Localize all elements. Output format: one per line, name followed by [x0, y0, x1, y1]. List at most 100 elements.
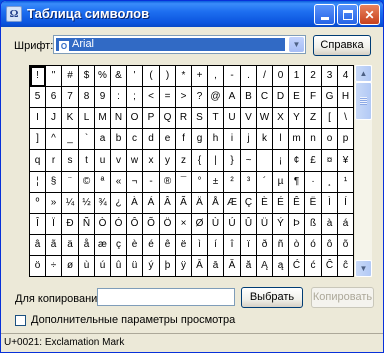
character-cell[interactable]: h: [208, 129, 224, 150]
character-cell[interactable]: ô: [322, 235, 338, 256]
character-cell[interactable]: Y: [289, 108, 305, 129]
character-cell[interactable]: ¨: [62, 172, 79, 193]
character-cell[interactable]: ": [46, 66, 62, 87]
character-cell[interactable]: 4: [338, 66, 354, 87]
character-cell[interactable]: Ú: [224, 214, 241, 235]
minimize-button[interactable]: [314, 4, 335, 25]
character-cell[interactable]: â: [30, 235, 46, 256]
character-cell[interactable]: D: [273, 87, 289, 108]
character-cell[interactable]: í: [208, 235, 224, 256]
character-cell[interactable]: K: [62, 108, 79, 129]
character-cell[interactable]: ?: [192, 87, 208, 108]
character-cell[interactable]: ü: [127, 256, 143, 277]
character-cell[interactable]: ā: [208, 256, 224, 277]
help-button[interactable]: Справка: [313, 35, 371, 56]
character-cell[interactable]: z: [176, 150, 192, 172]
character-cell[interactable]: \: [338, 108, 354, 129]
advanced-view-label[interactable]: Дополнительные параметры просмотра: [31, 314, 235, 326]
character-cell[interactable]: [257, 150, 273, 172]
character-cell[interactable]: $: [79, 66, 95, 87]
character-cell[interactable]: s: [62, 150, 79, 172]
character-cell[interactable]: Ù: [208, 214, 224, 235]
character-cell[interactable]: §: [46, 172, 62, 193]
character-cell[interactable]: c: [127, 129, 143, 150]
character-cell[interactable]: Q: [160, 108, 176, 129]
character-cell[interactable]: Ñ: [79, 214, 95, 235]
character-cell[interactable]: þ: [160, 256, 176, 277]
character-cell[interactable]: Ð: [62, 214, 79, 235]
character-cell[interactable]: 0: [273, 66, 289, 87]
character-cell[interactable]: a: [95, 129, 111, 150]
character-cell[interactable]: (: [143, 66, 160, 87]
character-cell[interactable]: #: [62, 66, 79, 87]
character-cell[interactable]: ~: [241, 150, 257, 172]
character-cell[interactable]: ö: [30, 256, 46, 277]
character-cell[interactable]: <: [143, 87, 160, 108]
character-cell[interactable]: O: [127, 108, 143, 129]
character-cell[interactable]: P: [143, 108, 160, 129]
character-cell[interactable]: S: [192, 108, 208, 129]
character-cell[interactable]: ½: [79, 193, 95, 214]
character-cell[interactable]: ·: [305, 172, 322, 193]
character-cell[interactable]: 1: [289, 66, 305, 87]
copy-field[interactable]: [97, 288, 235, 306]
character-cell[interactable]: ă: [241, 256, 257, 277]
character-cell[interactable]: M: [95, 108, 111, 129]
character-cell[interactable]: ¡: [273, 150, 289, 172]
character-cell[interactable]: [: [322, 108, 338, 129]
character-cell[interactable]: |: [208, 150, 224, 172]
character-cell[interactable]: ´: [257, 172, 273, 193]
character-cell[interactable]: Ê: [289, 193, 305, 214]
character-cell[interactable]: *: [176, 66, 192, 87]
character-cell[interactable]: ¸: [322, 172, 338, 193]
character-cell[interactable]: I: [30, 108, 46, 129]
scroll-up-icon[interactable]: ▲: [355, 65, 372, 82]
character-cell[interactable]: Ü: [257, 214, 273, 235]
character-cell[interactable]: Ò: [95, 214, 111, 235]
character-cell[interactable]: Æ: [224, 193, 241, 214]
character-cell[interactable]: q: [30, 150, 46, 172]
character-cell[interactable]: 8: [79, 87, 95, 108]
character-cell[interactable]: ø: [62, 256, 79, 277]
character-cell[interactable]: Þ: [289, 214, 305, 235]
character-cell[interactable]: ć: [305, 256, 322, 277]
character-cell[interactable]: T: [208, 108, 224, 129]
close-button[interactable]: ✕: [359, 4, 380, 25]
character-cell[interactable]: Õ: [143, 214, 160, 235]
character-cell[interactable]: B: [241, 87, 257, 108]
character-cell[interactable]: 2: [305, 66, 322, 87]
character-grid[interactable]: ! " # $% & '() * +, -./0 1 2 3 4 5 6 7 8 9:; < = >? @ A B C D E F G H…: [29, 65, 354, 277]
character-cell[interactable]: Z: [305, 108, 322, 129]
character-cell[interactable]: ^: [46, 129, 62, 150]
character-cell[interactable]: ù: [79, 256, 95, 277]
character-cell[interactable]: o: [322, 129, 338, 150]
character-cell[interactable]: ÷: [46, 256, 62, 277]
character-cell[interactable]: ¦: [30, 172, 46, 193]
character-cell[interactable]: ¥: [338, 150, 354, 172]
character-cell[interactable]: n: [305, 129, 322, 150]
character-cell[interactable]: Ø: [192, 214, 208, 235]
character-cell[interactable]: H: [338, 87, 354, 108]
character-cell[interactable]: à: [322, 214, 338, 235]
character-cell[interactable]: /: [257, 66, 273, 87]
character-cell[interactable]: f: [176, 129, 192, 150]
character-cell[interactable]: 5: [30, 87, 46, 108]
character-cell[interactable]: ç: [111, 235, 127, 256]
character-cell[interactable]: Û: [241, 214, 257, 235]
character-cell[interactable]: ,: [208, 66, 224, 87]
character-cell[interactable]: u: [95, 150, 111, 172]
character-cell[interactable]: 9: [95, 87, 111, 108]
character-cell[interactable]: ×: [176, 214, 192, 235]
character-cell[interactable]: Ć: [289, 256, 305, 277]
character-cell[interactable]: Ă: [224, 256, 241, 277]
character-cell[interactable]: Ë: [305, 193, 322, 214]
character-cell[interactable]: µ: [273, 172, 289, 193]
character-cell[interactable]: Ï: [46, 214, 62, 235]
character-cell[interactable]: ð: [257, 235, 273, 256]
character-cell[interactable]: ë: [176, 235, 192, 256]
character-cell[interactable]: Ö: [160, 214, 176, 235]
advanced-view-checkbox[interactable]: [15, 315, 26, 326]
character-cell[interactable]: ¼: [62, 193, 79, 214]
character-cell[interactable]: G: [322, 87, 338, 108]
character-cell[interactable]: £: [305, 150, 322, 172]
